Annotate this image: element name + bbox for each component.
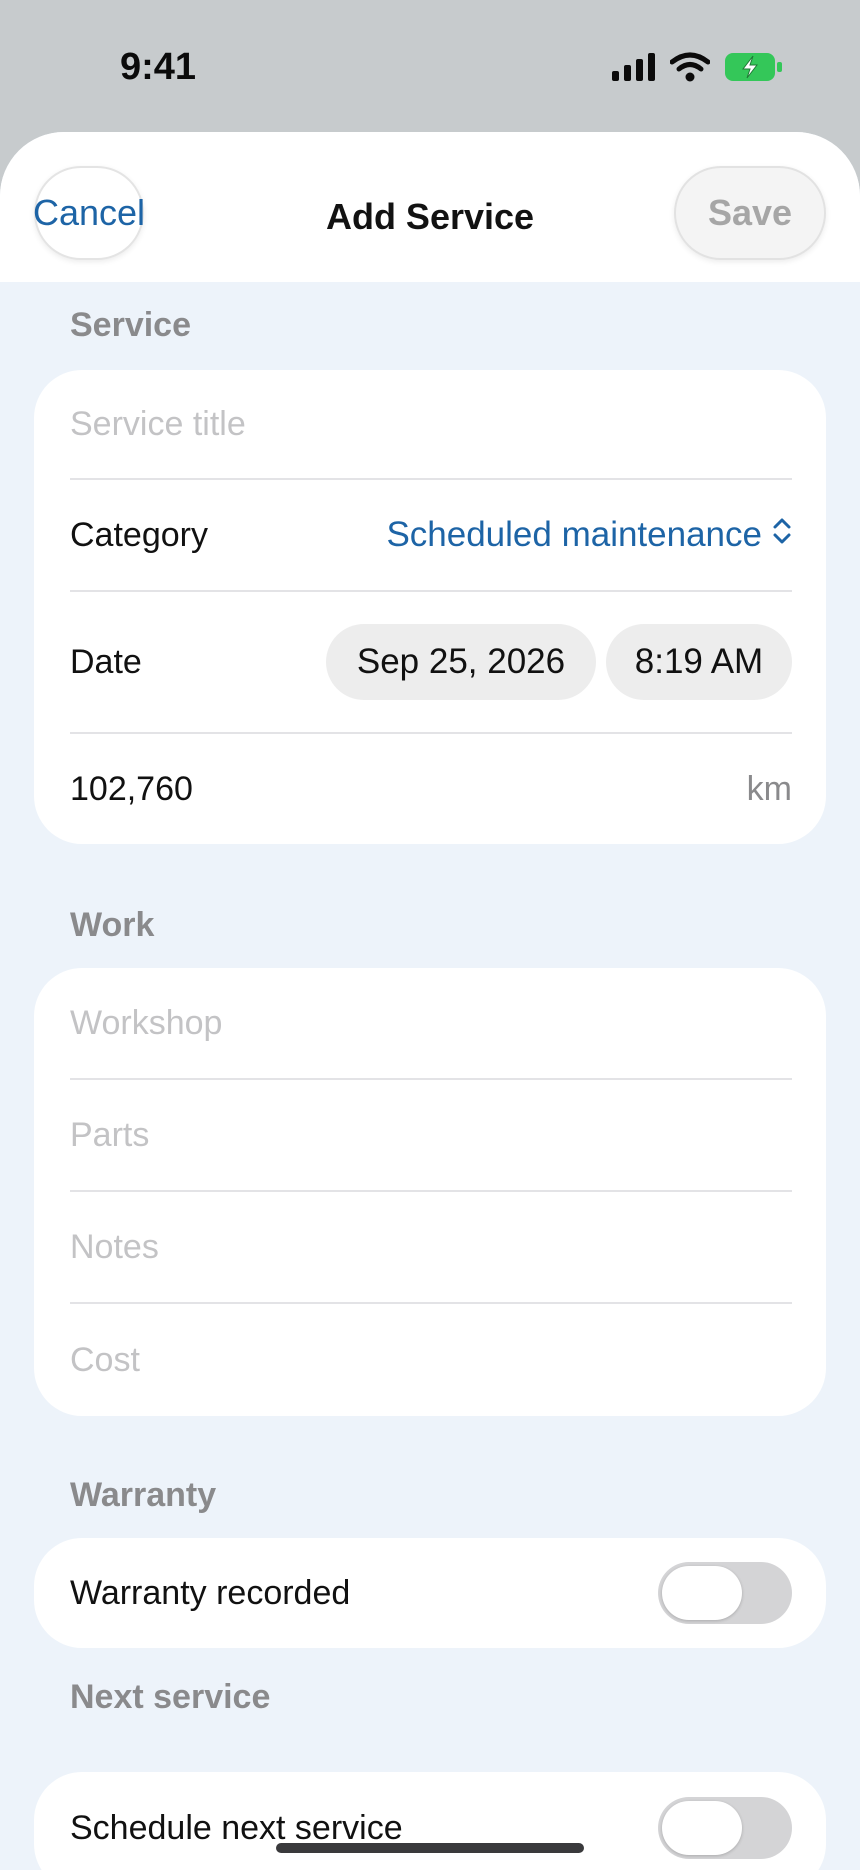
- odometer-unit: km: [746, 769, 792, 808]
- service-card: Service title Category Scheduled mainten…: [34, 370, 826, 844]
- section-label-warranty: Warranty: [70, 1476, 217, 1514]
- date-picker-button[interactable]: Sep 25, 2026: [326, 624, 596, 700]
- category-value: Scheduled maintenance: [386, 515, 762, 554]
- wifi-icon: [669, 52, 711, 87]
- category-label: Category: [70, 515, 208, 554]
- date-row: Date Sep 25, 2026 8:19 AM: [70, 592, 792, 732]
- parts-placeholder: Parts: [70, 1115, 150, 1154]
- warranty-row: Warranty recorded: [70, 1538, 792, 1648]
- service-title-field[interactable]: Service title: [70, 370, 792, 478]
- save-button[interactable]: Save: [674, 166, 826, 260]
- next-service-card: Schedule next service: [34, 1772, 826, 1870]
- time-picker-button[interactable]: 8:19 AM: [606, 624, 792, 700]
- category-row: Category Scheduled maintenance: [70, 480, 792, 590]
- section-label-next-service: Next service: [70, 1678, 271, 1716]
- notes-field[interactable]: Notes: [70, 1192, 792, 1302]
- warranty-toggle-label: Warranty recorded: [70, 1573, 351, 1612]
- warranty-toggle[interactable]: [658, 1562, 792, 1624]
- date-label: Date: [70, 642, 142, 681]
- status-time: 9:41: [120, 46, 197, 88]
- cellular-signal-icon: [612, 53, 656, 86]
- status-bar: 9:41: [0, 0, 860, 132]
- parts-field[interactable]: Parts: [70, 1080, 792, 1190]
- workshop-placeholder: Workshop: [70, 1003, 223, 1042]
- workshop-field[interactable]: Workshop: [70, 968, 792, 1078]
- date-time-pickers: Sep 25, 2026 8:19 AM: [326, 624, 792, 700]
- warranty-card: Warranty recorded: [34, 1538, 826, 1648]
- notes-placeholder: Notes: [70, 1227, 159, 1266]
- cost-field[interactable]: Cost: [70, 1304, 792, 1416]
- next-service-toggle-label: Schedule next service: [70, 1808, 403, 1847]
- toggle-knob: [662, 1801, 742, 1855]
- cost-placeholder: Cost: [70, 1340, 140, 1379]
- category-picker[interactable]: Scheduled maintenance: [386, 515, 792, 555]
- chevron-up-down-icon: [772, 515, 792, 555]
- odometer-field[interactable]: 102,760 km: [70, 734, 792, 844]
- battery-charging-icon: [724, 52, 784, 87]
- section-label-service: Service: [70, 306, 191, 344]
- add-service-sheet: Cancel Add Service Save Service Service …: [0, 132, 860, 1870]
- next-service-toggle[interactable]: [658, 1797, 792, 1859]
- toggle-knob: [662, 1566, 742, 1620]
- service-title-placeholder: Service title: [70, 404, 246, 443]
- navigation-bar: Cancel Add Service Save: [0, 132, 860, 282]
- home-indicator: [276, 1843, 584, 1853]
- odometer-value: 102,760: [70, 769, 193, 808]
- section-label-work: Work: [70, 906, 155, 944]
- status-icons: [612, 52, 784, 87]
- next-service-row: Schedule next service: [70, 1772, 792, 1870]
- work-card: Workshop Parts Notes Cost: [34, 968, 826, 1416]
